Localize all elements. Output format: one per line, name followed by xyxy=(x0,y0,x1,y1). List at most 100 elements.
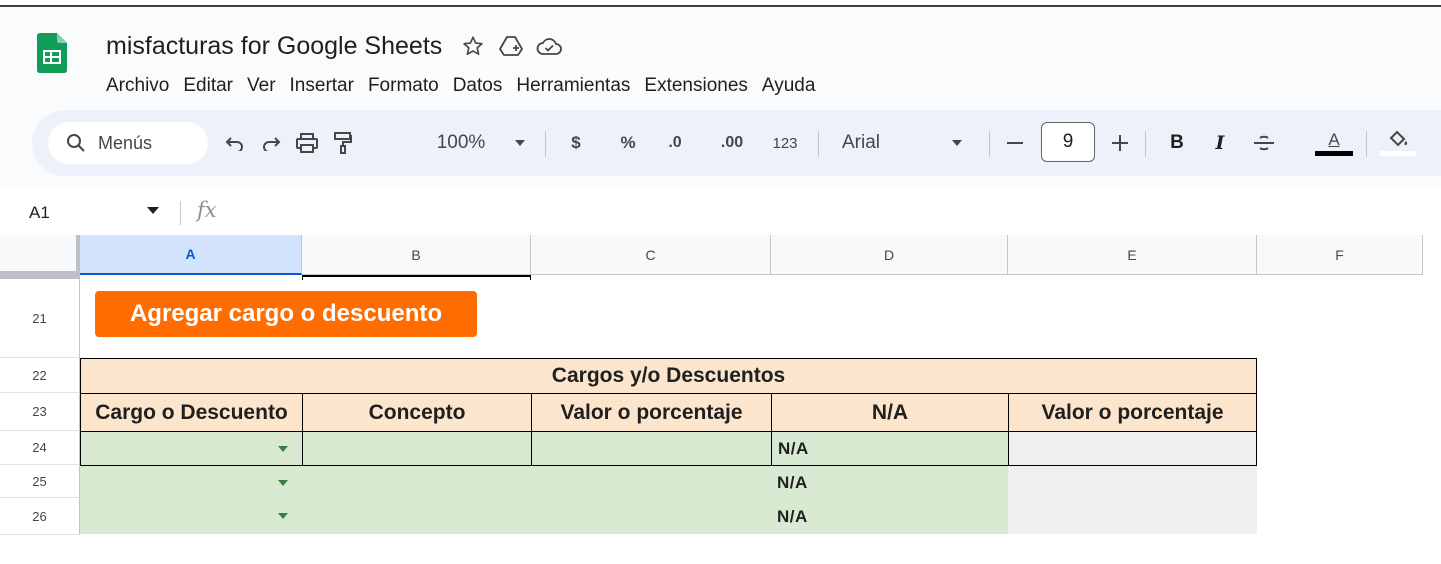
cell-border xyxy=(302,275,531,277)
column-header-b[interactable]: B xyxy=(302,235,531,275)
print-icon[interactable] xyxy=(290,122,324,164)
currency-label: $ xyxy=(571,133,581,152)
menu-insertar[interactable]: Insertar xyxy=(283,71,361,101)
font-size-value: 9 xyxy=(1062,131,1074,152)
percent-format-button[interactable]: % xyxy=(616,122,640,164)
cloud-saved-icon[interactable] xyxy=(536,33,563,59)
cargo-descuento-dropdown-cell[interactable] xyxy=(80,431,303,466)
percent-label: % xyxy=(620,133,636,152)
strikethrough-icon[interactable] xyxy=(1250,122,1278,164)
column-header-a[interactable]: A xyxy=(80,235,302,275)
menu-search-input[interactable]: Menús xyxy=(48,122,208,164)
dropdown-arrow-icon[interactable] xyxy=(278,446,288,452)
search-label: Menús xyxy=(98,132,153,153)
menu-editar[interactable]: Editar xyxy=(176,71,240,101)
sheet-grid: A B C D E F 21 22 23 24 25 26 Agregar ca… xyxy=(0,235,1441,564)
row-header-23[interactable]: 23 xyxy=(0,393,80,431)
toolbar-separator xyxy=(989,131,990,157)
row-header-24[interactable]: 24 xyxy=(0,431,80,465)
number-format-button[interactable]: 123 xyxy=(768,122,802,164)
toolbar-separator xyxy=(1366,131,1367,157)
zoom-select[interactable]: 100% xyxy=(426,122,496,164)
increase-font-size-icon[interactable] xyxy=(1107,122,1133,164)
column-header-f[interactable]: F xyxy=(1257,235,1423,275)
zoom-value: 100% xyxy=(436,132,486,153)
search-icon xyxy=(67,134,85,152)
font-name: Arial xyxy=(842,132,881,153)
undo-icon[interactable] xyxy=(220,122,250,164)
dropdown-arrow-icon[interactable] xyxy=(278,480,288,486)
menu-ayuda[interactable]: Ayuda xyxy=(755,71,823,101)
document-title[interactable]: misfacturas for Google Sheets xyxy=(106,32,442,61)
sheets-logo-icon[interactable] xyxy=(37,33,67,73)
na-cell[interactable]: N/A xyxy=(771,499,1008,534)
select-all-corner[interactable] xyxy=(0,235,80,275)
redo-icon[interactable] xyxy=(256,122,286,164)
row-header-25[interactable]: 25 xyxy=(0,465,80,498)
valor-porcentaje-cell[interactable] xyxy=(531,431,772,466)
menu-extensiones[interactable]: Extensiones xyxy=(637,71,755,101)
menu-archivo[interactable]: Archivo xyxy=(99,71,176,101)
header-cargo-descuento[interactable]: Cargo o Descuento xyxy=(80,393,303,432)
formula-bar: A1 fx xyxy=(0,193,1441,235)
star-icon[interactable] xyxy=(460,33,486,59)
toolbar-separator xyxy=(818,131,819,157)
text-color-button[interactable]: A xyxy=(1314,122,1354,164)
increase-decimals-label: .00 xyxy=(720,134,744,151)
bold-label: B xyxy=(1170,132,1184,153)
decrease-font-size-icon[interactable] xyxy=(1002,122,1028,164)
menu-formato[interactable]: Formato xyxy=(361,71,446,101)
column-header-e[interactable]: E xyxy=(1008,235,1257,275)
cell-border xyxy=(530,275,531,280)
italic-label: I xyxy=(1215,132,1225,154)
column-header-d[interactable]: D xyxy=(771,235,1008,275)
move-to-drive-icon[interactable] xyxy=(498,33,524,59)
valor-porcentaje-output-cell[interactable] xyxy=(1008,431,1257,466)
header-concepto[interactable]: Concepto xyxy=(302,393,532,432)
toolbar-separator xyxy=(1145,131,1146,157)
name-box-dropdown-icon[interactable] xyxy=(147,207,159,214)
text-color-label: A xyxy=(1328,129,1340,149)
number-format-label: 123 xyxy=(772,134,798,152)
na-cell[interactable]: N/A xyxy=(771,466,1008,499)
row-header-21[interactable]: 21 xyxy=(0,279,80,358)
decrease-decimals-button[interactable]: .0 xyxy=(660,122,690,164)
font-select[interactable]: Arial xyxy=(842,122,902,164)
header-valor-porcentaje-2[interactable]: Valor o porcentaje xyxy=(1008,393,1257,432)
header-na[interactable]: N/A xyxy=(771,393,1009,432)
font-size-input[interactable]: 9 xyxy=(1041,122,1095,162)
toolbar-separator xyxy=(545,131,546,157)
row-header-26[interactable]: 26 xyxy=(0,498,80,535)
menu-ver[interactable]: Ver xyxy=(240,71,283,101)
currency-format-button[interactable]: $ xyxy=(564,122,588,164)
valor-porcentaje-output-cell[interactable] xyxy=(1008,466,1257,499)
column-header-c[interactable]: C xyxy=(531,235,771,275)
app-header: misfacturas for Google Sheets Archivo Ed… xyxy=(0,7,1441,105)
fx-icon: fx xyxy=(197,198,217,222)
table-title[interactable]: Cargos y/o Descuentos xyxy=(80,358,1257,394)
italic-button[interactable]: I xyxy=(1208,122,1232,164)
name-box[interactable]: A1 xyxy=(29,203,50,223)
dropdown-arrow-icon[interactable] xyxy=(278,513,288,519)
fill-color-swatch xyxy=(1380,151,1416,156)
font-dropdown-icon[interactable] xyxy=(947,122,967,164)
menu-bar: Archivo Editar Ver Insertar Formato Dato… xyxy=(99,71,822,101)
row-header-22[interactable]: 22 xyxy=(0,358,80,393)
fill-color-icon[interactable] xyxy=(1380,122,1416,164)
menu-herramientas[interactable]: Herramientas xyxy=(509,71,637,101)
bold-button[interactable]: B xyxy=(1165,122,1189,164)
increase-decimals-button[interactable]: .00 xyxy=(714,122,750,164)
cell-border xyxy=(302,275,303,280)
decrease-decimals-label: .0 xyxy=(668,134,682,151)
toolbar: Menús 100% $ % .0 .00 123 Arial 9 B I A xyxy=(32,110,1441,176)
paint-format-icon[interactable] xyxy=(328,122,358,164)
add-charge-discount-button[interactable]: Agregar cargo o descuento xyxy=(95,291,477,337)
menu-datos[interactable]: Datos xyxy=(446,71,510,101)
concepto-cell[interactable] xyxy=(302,431,532,466)
header-valor-porcentaje[interactable]: Valor o porcentaje xyxy=(531,393,772,432)
title-row: misfacturas for Google Sheets xyxy=(106,31,563,61)
zoom-dropdown-icon[interactable] xyxy=(510,122,530,164)
na-cell[interactable]: N/A xyxy=(771,431,1009,466)
valor-porcentaje-output-cell[interactable] xyxy=(1008,499,1257,534)
formula-separator xyxy=(180,201,181,225)
